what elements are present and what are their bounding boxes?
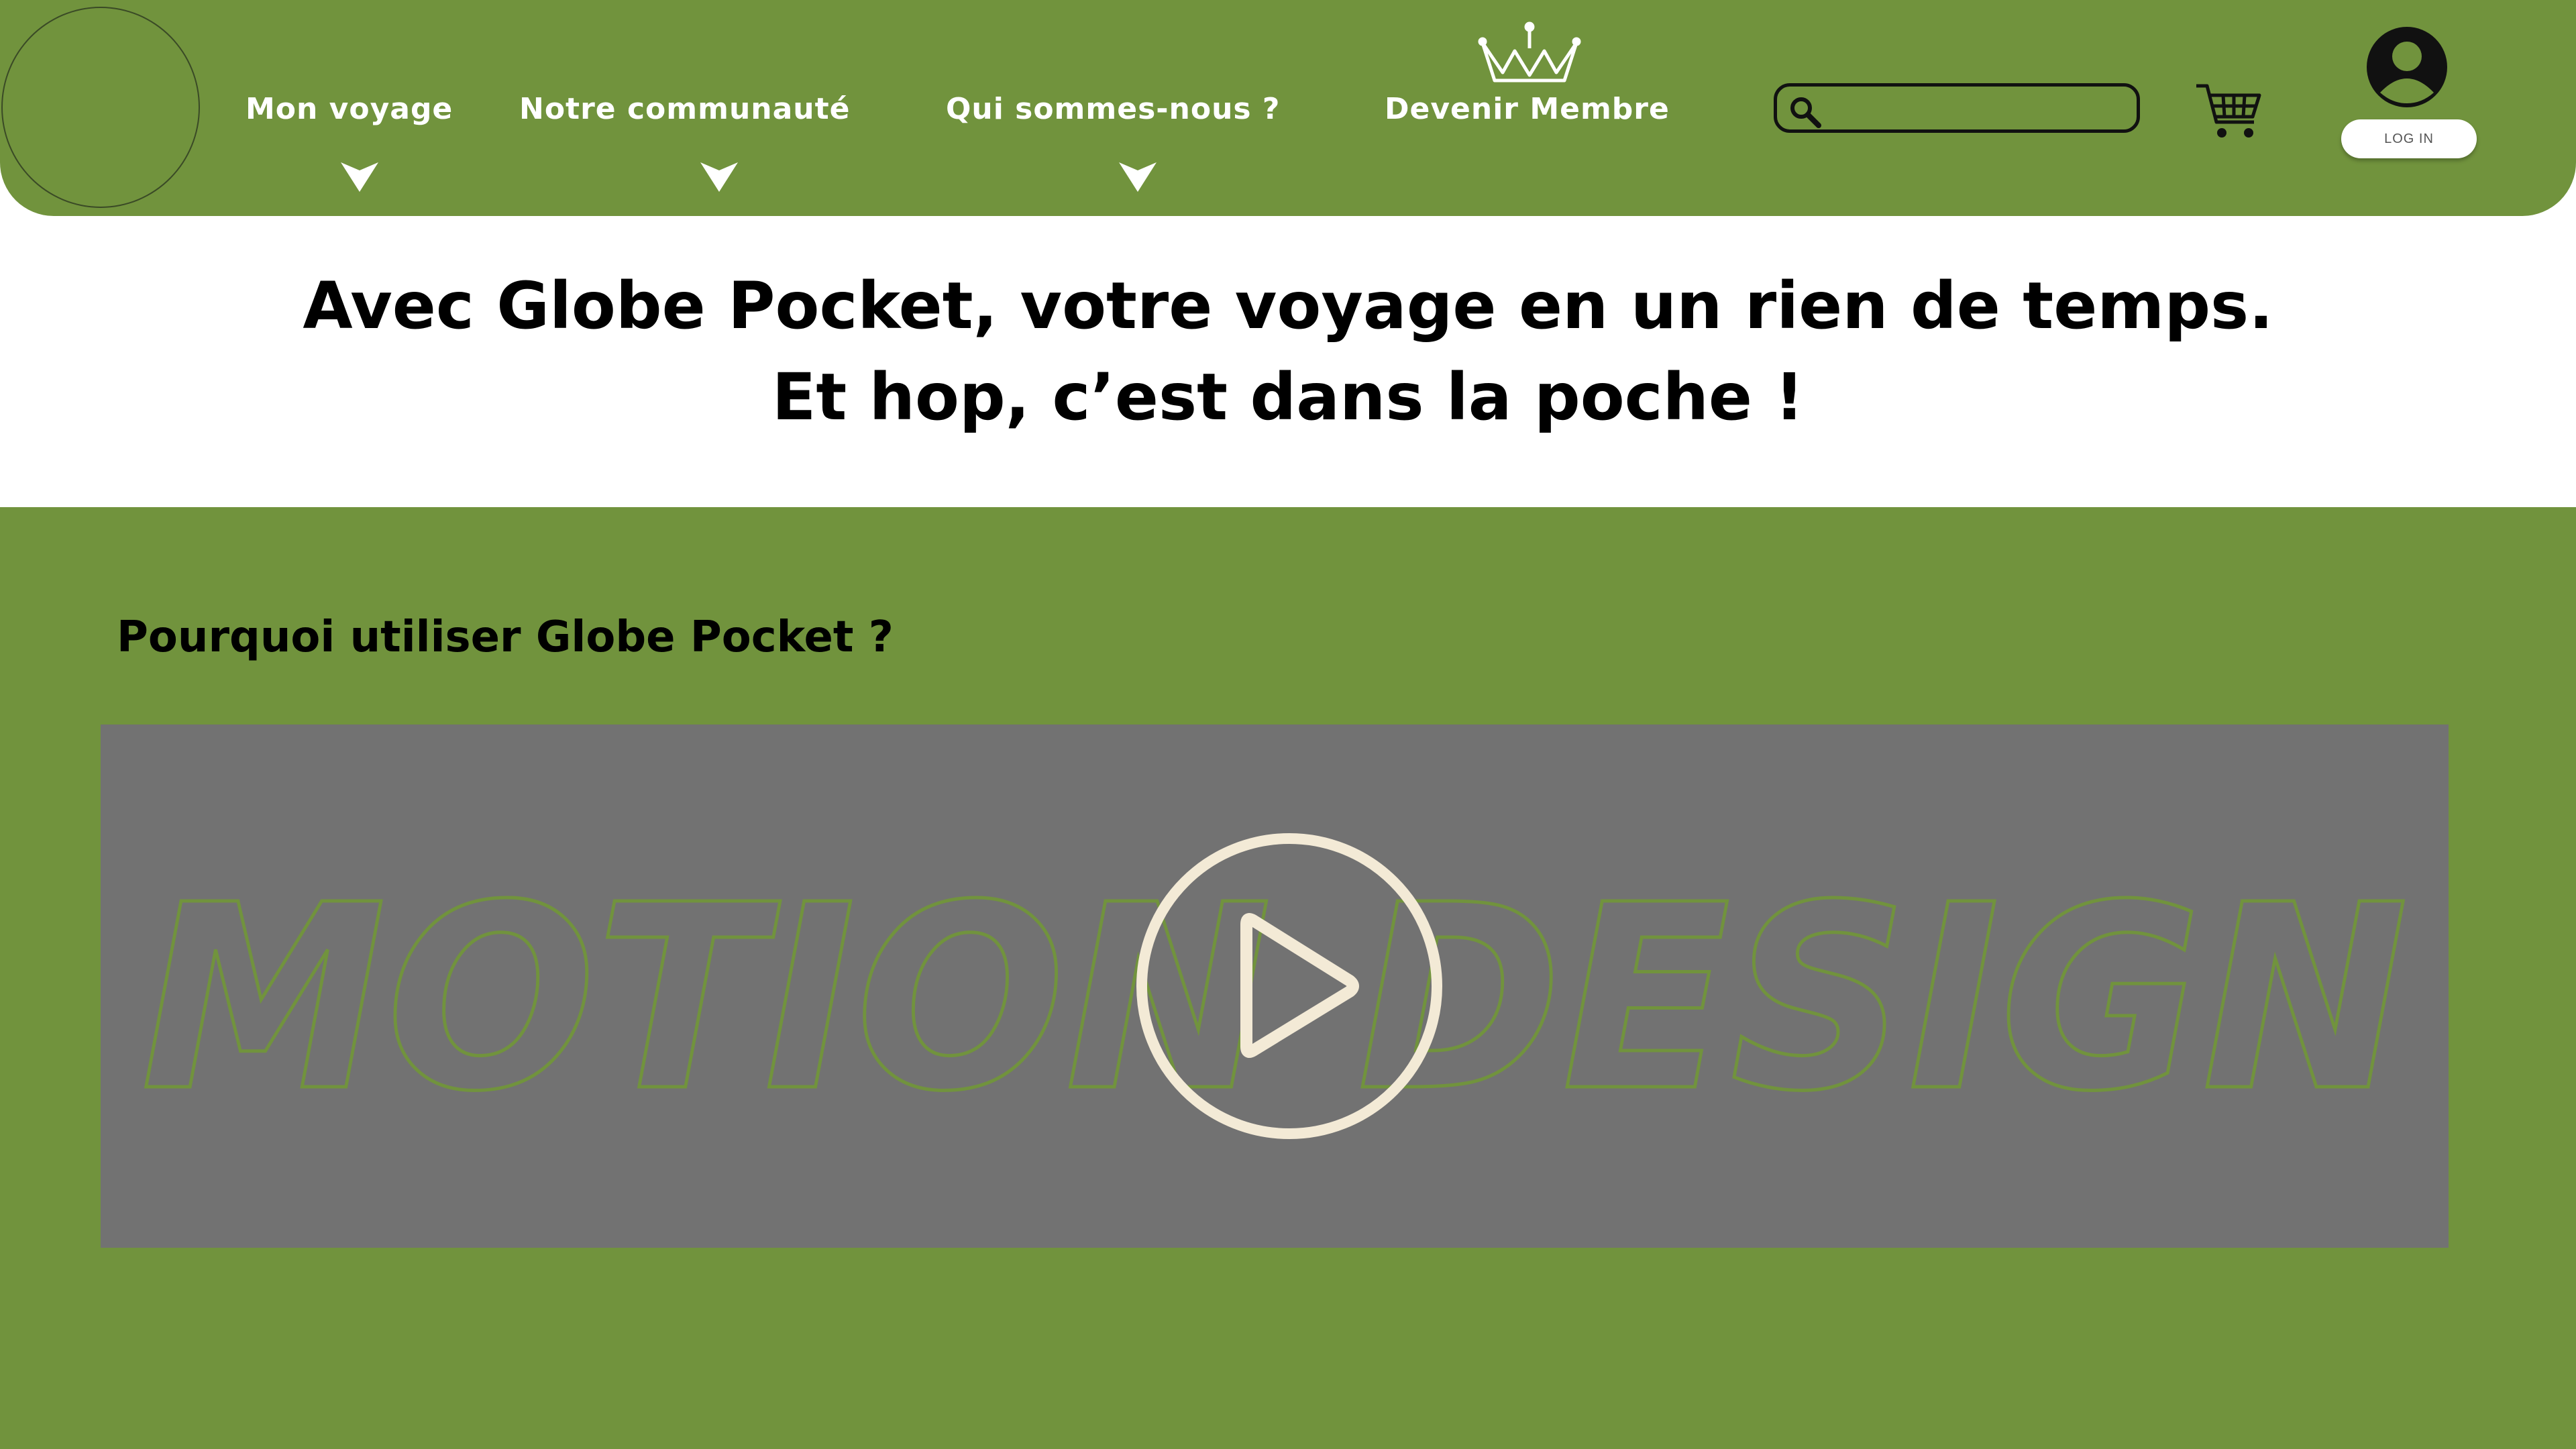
cart-icon[interactable] bbox=[2194, 80, 2263, 142]
search-icon[interactable] bbox=[1786, 93, 1824, 131]
nav-label: Notre communauté bbox=[519, 92, 851, 126]
section-title: Pourquoi utiliser Globe Pocket ? bbox=[117, 612, 894, 662]
chevron-down-icon[interactable] bbox=[700, 162, 738, 192]
nav-item-devenir-membre[interactable]: Devenir Membre bbox=[1385, 86, 1670, 140]
nav-label: Mon voyage bbox=[246, 92, 453, 126]
chevron-down-icon[interactable] bbox=[1119, 162, 1157, 192]
logo[interactable] bbox=[1, 7, 200, 208]
hero-line-1: Avec Globe Pocket, votre voyage en un ri… bbox=[303, 268, 2273, 343]
user-icon[interactable] bbox=[2365, 25, 2449, 109]
search-bar[interactable] bbox=[1774, 83, 2140, 133]
nav-label: Qui sommes-nous ? bbox=[946, 92, 1281, 126]
hero-line-2: Et hop, c’est dans la poche ! bbox=[771, 360, 1805, 435]
nav-label: Devenir Membre bbox=[1385, 92, 1670, 126]
login-button[interactable]: LOG IN bbox=[2341, 119, 2477, 158]
crown-icon bbox=[1478, 21, 1581, 83]
hero-headline: Avec Globe Pocket, votre voyage en un ri… bbox=[0, 260, 2576, 443]
chevron-down-icon[interactable] bbox=[341, 162, 378, 192]
play-icon[interactable] bbox=[1134, 830, 1445, 1142]
search-input[interactable] bbox=[1837, 91, 2129, 128]
nav-item-mon-voyage[interactable]: Mon voyage bbox=[246, 86, 453, 140]
site-header: Mon voyage Notre communauté Qui sommes-n… bbox=[0, 0, 2576, 216]
nav-item-qui-sommes-nous[interactable]: Qui sommes-nous ? bbox=[946, 86, 1280, 140]
nav-item-notre-communaute[interactable]: Notre communauté bbox=[519, 86, 851, 140]
video-player[interactable]: MOTION DESIGN bbox=[101, 724, 2449, 1248]
